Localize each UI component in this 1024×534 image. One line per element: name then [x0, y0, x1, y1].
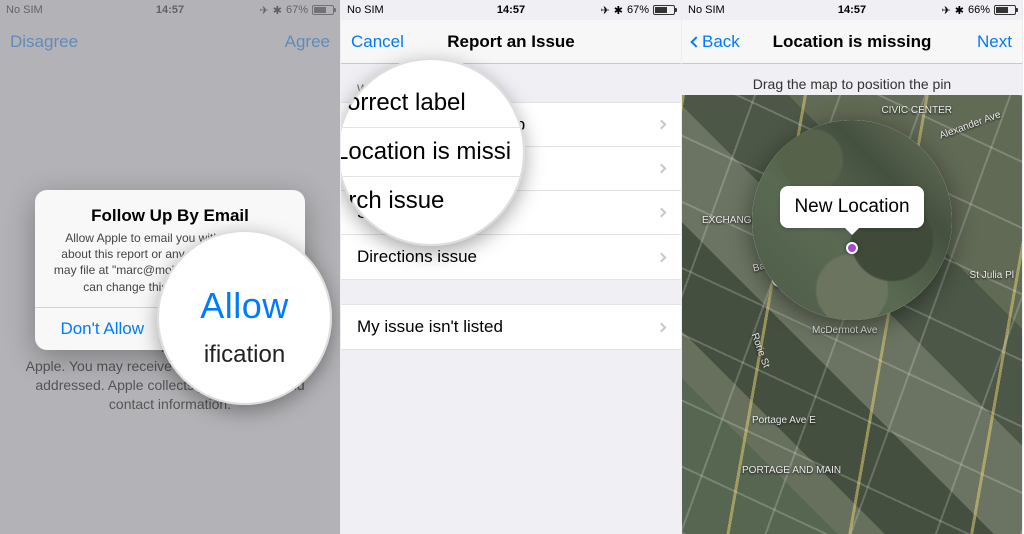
list-item-label: My issue isn't listed: [357, 317, 503, 337]
new-location-callout[interactable]: New Location: [780, 186, 923, 228]
issue-directions[interactable]: Directions issue: [341, 235, 681, 279]
next-button[interactable]: Next: [977, 32, 1012, 52]
chevron-right-icon: [657, 252, 667, 262]
battery-group: ✈✱ 66%: [942, 4, 1016, 17]
chevron-right-icon: [657, 322, 667, 332]
status-bar: No SIM 14:57 ✈✱ 66%: [682, 0, 1022, 20]
map-label: McDermot Ave: [812, 325, 877, 336]
chevron-right-icon: [657, 164, 667, 174]
magnified-allow: Allow: [200, 267, 289, 327]
map-label: Portage Ave E: [752, 415, 816, 426]
map-label: Rorie St: [749, 332, 772, 370]
list-item-label: Directions issue: [357, 247, 477, 267]
magnifier: New Location: [752, 120, 952, 320]
chevron-right-icon: [657, 208, 667, 218]
carrier: No SIM: [688, 4, 725, 16]
page-title: Report an Issue: [447, 32, 575, 52]
alert-title: Follow Up By Email: [49, 206, 291, 226]
battery-icon: [994, 5, 1016, 15]
map-label: PORTAGE AND MAIN: [742, 465, 841, 476]
clock: 14:57: [497, 4, 525, 16]
mag-row: arch issue: [341, 177, 525, 225]
battery-group: ✈✱ 67%: [601, 4, 675, 17]
page-title: Location is missing: [773, 32, 932, 52]
magnifier: Allow ification: [157, 230, 332, 405]
map-pin-icon: [846, 242, 858, 254]
dont-allow-button[interactable]: Don't Allow: [35, 308, 170, 350]
magnified-subtext: ification: [204, 341, 285, 369]
screen-report-issue: No SIM 14:57 ✈✱ 67% Cancel Report an Iss…: [341, 0, 682, 534]
screen-followup: No SIM 14:57 ✈✱ 67% Disagree Agree He Ap…: [0, 0, 341, 534]
nav-bar: Cancel Report an Issue: [341, 20, 681, 64]
status-bar: No SIM 14:57 ✈✱ 67%: [341, 0, 681, 20]
map-label: St Julia Pl: [970, 270, 1014, 281]
map-label: CIVIC CENTER: [881, 105, 952, 116]
cancel-button[interactable]: Cancel: [351, 32, 404, 52]
chevron-right-icon: [657, 120, 667, 130]
mag-row: Location is missi: [341, 128, 525, 177]
other-list: My issue isn't listed: [341, 304, 681, 350]
screen-location-missing: No SIM 14:57 ✈✱ 66% Back Location is mis…: [682, 0, 1023, 534]
nav-bar: Back Location is missing Next: [682, 20, 1022, 64]
back-button[interactable]: Back: [692, 32, 740, 52]
carrier: No SIM: [347, 4, 384, 16]
chevron-left-icon: [690, 36, 701, 47]
mag-row: correct label: [341, 79, 525, 128]
clock: 14:57: [838, 4, 866, 16]
battery-icon: [653, 5, 675, 15]
issue-not-listed[interactable]: My issue isn't listed: [341, 305, 681, 349]
magnifier: correct label Location is missi arch iss…: [341, 58, 525, 246]
